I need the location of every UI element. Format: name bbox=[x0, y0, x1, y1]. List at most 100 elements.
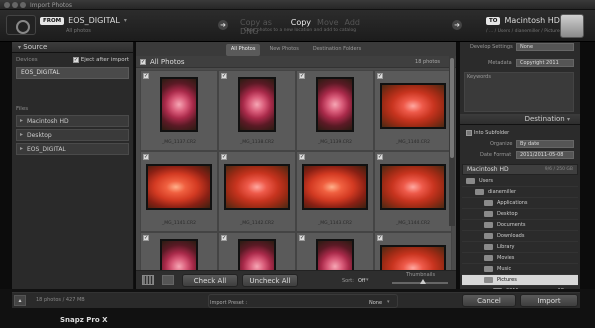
develop-settings-label: Develop Settings bbox=[470, 44, 513, 50]
file-item-desktop[interactable]: Desktop bbox=[16, 129, 129, 141]
photo-thumbnail[interactable] bbox=[316, 77, 354, 132]
photo-cell[interactable]: ✓ _MG_1142.CR2 bbox=[218, 151, 296, 232]
photo-filename: _MG_1137.CR2 bbox=[162, 140, 196, 145]
photo-cell[interactable]: ✓ _MG_1141.CR2 bbox=[140, 151, 218, 232]
folder-tree-item[interactable]: Music bbox=[462, 264, 578, 275]
photo-checkbox[interactable]: ✓ bbox=[377, 73, 383, 79]
folder-tree-item[interactable]: Users bbox=[462, 176, 578, 187]
uncheck-all-button[interactable]: Uncheck All bbox=[242, 274, 298, 287]
photo-checkbox[interactable]: ✓ bbox=[221, 154, 227, 160]
photo-thumbnail[interactable] bbox=[380, 83, 446, 129]
folder-tree-item[interactable]: dianemiller bbox=[462, 187, 578, 198]
eject-after-import-toggle[interactable]: ✓ Eject after import bbox=[72, 56, 129, 63]
folder-tree-item[interactable]: Applications bbox=[462, 198, 578, 209]
window-controls[interactable] bbox=[4, 2, 26, 8]
photo-cell[interactable]: ✓ _MG_1139.CR2 bbox=[296, 70, 374, 151]
photo-checkbox[interactable]: ✓ bbox=[143, 154, 149, 160]
photo-checkbox[interactable]: ✓ bbox=[143, 235, 149, 241]
photo-cell[interactable]: ✓ bbox=[140, 232, 218, 270]
photo-checkbox[interactable]: ✓ bbox=[299, 73, 305, 79]
photo-checkbox[interactable]: ✓ bbox=[377, 235, 383, 241]
cancel-button[interactable]: Cancel bbox=[462, 294, 516, 307]
photo-cell[interactable]: ✓ bbox=[374, 232, 452, 270]
import-button[interactable]: Import bbox=[520, 294, 578, 307]
photo-thumbnail[interactable] bbox=[160, 239, 198, 270]
photo-thumbnail[interactable] bbox=[238, 77, 276, 132]
thumbnail-size-slider[interactable] bbox=[392, 279, 448, 284]
folder-tree-item[interactable]: Pictures bbox=[462, 275, 578, 286]
scrollbar-thumb[interactable] bbox=[450, 58, 454, 158]
grid-scrollbar[interactable] bbox=[449, 56, 455, 226]
photo-checkbox[interactable]: ✓ bbox=[221, 235, 227, 241]
folder-icon bbox=[466, 177, 475, 184]
photo-checkbox[interactable]: ✓ bbox=[299, 154, 305, 160]
source-selector[interactable]: FROM EOS_DIGITAL ▾ bbox=[40, 16, 127, 25]
expand-icon[interactable]: ▴ bbox=[14, 295, 26, 306]
photo-cell[interactable]: ✓ _MG_1140.CR2 bbox=[374, 70, 452, 151]
check-all-button[interactable]: Check All bbox=[182, 274, 238, 287]
photo-filename: _MG_1142.CR2 bbox=[240, 221, 274, 226]
date-format-select[interactable]: 2011/2011-05-08 bbox=[516, 151, 574, 159]
sort-select[interactable]: Off bbox=[358, 278, 365, 284]
mode-move[interactable]: Move bbox=[317, 18, 338, 36]
photo-filename: _MG_1140.CR2 bbox=[396, 140, 430, 145]
photo-cell[interactable]: ✓ bbox=[296, 232, 374, 270]
photo-thumbnail[interactable] bbox=[380, 245, 446, 270]
photo-thumbnail[interactable] bbox=[380, 164, 446, 210]
photo-thumbnail[interactable] bbox=[160, 77, 198, 132]
tab-destination-folders[interactable]: Destination Folders bbox=[308, 44, 366, 56]
organize-select[interactable]: By date bbox=[516, 140, 574, 148]
folder-tree-item[interactable]: Documents bbox=[462, 220, 578, 231]
folder-icon bbox=[475, 188, 484, 195]
import-preset-select[interactable]: None ▾ bbox=[208, 294, 398, 308]
into-subfolder-checkbox[interactable] bbox=[466, 129, 472, 136]
into-subfolder-toggle[interactable]: Into Subfolder bbox=[466, 129, 509, 136]
photo-grid-panel: All Photos New Photos Destination Folder… bbox=[136, 42, 456, 289]
destination-title: Destination bbox=[524, 115, 565, 123]
develop-settings-select[interactable]: None bbox=[516, 43, 574, 51]
filter-tabs: All Photos New Photos Destination Folder… bbox=[136, 42, 456, 56]
mode-copy-as-dng[interactable]: Copy as DNG bbox=[240, 18, 285, 36]
destination-header[interactable]: Destination ▾ bbox=[460, 114, 580, 125]
eject-checkbox[interactable]: ✓ bbox=[72, 56, 79, 63]
arrow-right-icon: ➜ bbox=[218, 20, 228, 30]
volume-header[interactable]: Macintosh HD 9/6 / 250 GB bbox=[462, 164, 578, 175]
photo-cell[interactable]: ✓ bbox=[218, 232, 296, 270]
photo-cell[interactable]: ✓ _MG_1143.CR2 bbox=[296, 151, 374, 232]
file-item-eos-digital[interactable]: EOS_DIGITAL bbox=[16, 143, 129, 155]
folder-icon bbox=[484, 210, 493, 217]
photo-checkbox[interactable]: ✓ bbox=[299, 235, 305, 241]
photo-thumbnail[interactable] bbox=[316, 239, 354, 270]
keywords-field[interactable]: Keywords bbox=[464, 72, 574, 112]
photo-cell[interactable]: ✓ _MG_1144.CR2 bbox=[374, 151, 452, 232]
to-badge: TO bbox=[486, 16, 501, 25]
photo-checkbox[interactable]: ✓ bbox=[143, 73, 149, 79]
select-all-checkbox[interactable]: ✓ bbox=[140, 59, 146, 65]
tab-new-photos[interactable]: New Photos bbox=[264, 44, 303, 56]
photo-cell[interactable]: ✓ _MG_1137.CR2 bbox=[140, 70, 218, 151]
destination-selector[interactable]: TO Macintosh HD ▾ bbox=[486, 16, 567, 25]
grid-view-icon[interactable] bbox=[142, 275, 154, 285]
devices-label: Devices bbox=[16, 57, 38, 63]
mode-add[interactable]: Add bbox=[345, 18, 361, 36]
grid-toolbar: Check All Uncheck All Sort: Off ▾ Thumbn… bbox=[136, 270, 456, 289]
photo-checkbox[interactable]: ✓ bbox=[377, 154, 383, 160]
photo-cell[interactable]: ✓ _MG_1138.CR2 bbox=[218, 70, 296, 151]
photo-thumbnail[interactable] bbox=[146, 164, 212, 210]
photo-thumbnail[interactable] bbox=[224, 164, 290, 210]
folder-tree-item[interactable]: Desktop bbox=[462, 209, 578, 220]
metadata-select[interactable]: Copyright 2011 bbox=[516, 59, 574, 67]
folder-tree-item[interactable]: Movies bbox=[462, 253, 578, 264]
photo-thumbnail[interactable] bbox=[238, 239, 276, 270]
folder-tree-item[interactable]: Library bbox=[462, 242, 578, 253]
source-panel-header[interactable]: ▾ Source bbox=[12, 42, 133, 53]
photo-checkbox[interactable]: ✓ bbox=[221, 73, 227, 79]
loupe-view-icon[interactable] bbox=[162, 275, 174, 285]
tab-all-photos[interactable]: All Photos bbox=[225, 44, 261, 56]
mode-copy[interactable]: Copy bbox=[291, 18, 311, 36]
file-item-macintosh-hd[interactable]: Macintosh HD bbox=[16, 115, 129, 127]
device-item-eos-digital[interactable]: EOS_DIGITAL bbox=[16, 67, 129, 79]
folder-tree-item[interactable]: Downloads bbox=[462, 231, 578, 242]
slider-handle[interactable] bbox=[420, 279, 426, 284]
photo-thumbnail[interactable] bbox=[302, 164, 368, 210]
